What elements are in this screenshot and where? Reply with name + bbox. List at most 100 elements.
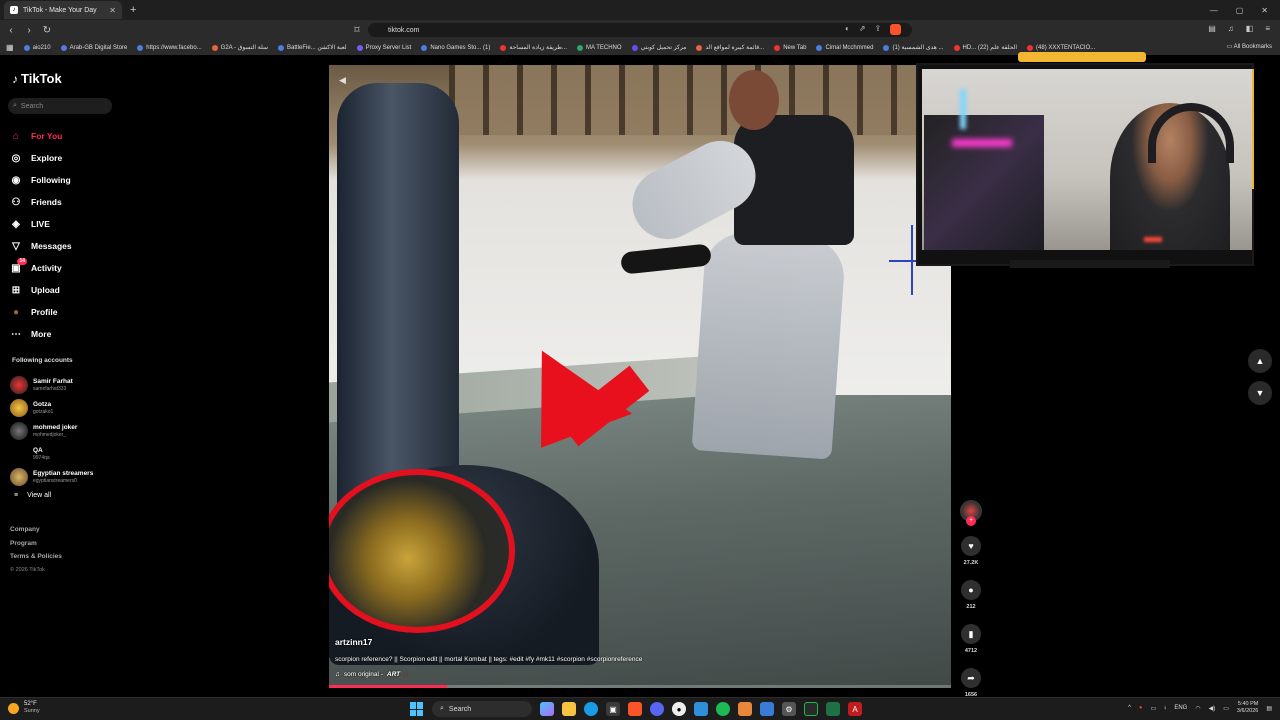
battery-icon[interactable]: ▭: [1223, 705, 1229, 712]
menu-item-messages[interactable]: ▽ Messages: [10, 235, 72, 257]
github-icon[interactable]: ●: [672, 702, 686, 716]
acrobat-icon[interactable]: A: [848, 702, 862, 716]
account-item[interactable]: Egyptian streamers egyptianstreamers0: [10, 465, 93, 488]
search-input[interactable]: ⌕ Search: [8, 98, 112, 114]
open-external-icon[interactable]: ⇗: [859, 24, 866, 35]
account-item[interactable]: mohmed joker mohmedjoker_: [10, 419, 93, 442]
wallet-icon[interactable]: ▤: [1208, 24, 1216, 33]
account-item[interactable]: Samir Farhat samirfarhat333: [10, 373, 93, 396]
footer-link-terms[interactable]: Terms & Policies: [10, 550, 62, 564]
footer-link-program[interactable]: Program: [10, 537, 62, 551]
previous-video-button[interactable]: ▲: [1248, 349, 1272, 373]
file-explorer-icon[interactable]: [562, 702, 576, 716]
bookmark-item[interactable]: BattleFie... لعبة الاكشن: [277, 44, 347, 51]
new-tab-button[interactable]: +: [130, 4, 136, 16]
bookmark-item[interactable]: G2A - سلة التسوق: [211, 44, 268, 51]
store-icon[interactable]: ▣: [606, 702, 620, 716]
tab-close-icon[interactable]: ✕: [109, 6, 116, 15]
view-all-button[interactable]: ≡ View all: [10, 492, 93, 499]
language-indicator[interactable]: ENG: [1174, 705, 1187, 711]
editor-icon[interactable]: [760, 702, 774, 716]
tray-mic-icon[interactable]: ♮: [1164, 705, 1166, 712]
tray-network-icon[interactable]: ▭: [1151, 705, 1157, 712]
menu-item-activity[interactable]: ▣ 14 Activity: [10, 257, 72, 279]
menu-item-friends[interactable]: ⚇ Friends: [10, 191, 72, 213]
windows-start-icon[interactable]: [410, 702, 424, 716]
terminal-icon[interactable]: [804, 702, 818, 716]
menu-item-upload[interactable]: ⊞ Upload: [10, 279, 72, 301]
maximize-icon[interactable]: ▢: [1236, 6, 1244, 15]
browser-tab[interactable]: ♪ TikTok - Make Your Day ✕: [4, 1, 122, 19]
account-item[interactable]: Gotza gotzako1: [10, 396, 93, 419]
menu-item-more[interactable]: ⋯ More: [10, 323, 72, 345]
media-icon[interactable]: ♫: [1228, 24, 1234, 33]
bookmark-page-icon[interactable]: ⌑: [352, 25, 362, 36]
video-player[interactable]: ◀ artzinn17 scorpion reference? || Scorp…: [329, 65, 951, 688]
next-video-button[interactable]: ▼: [1248, 381, 1272, 405]
bookmark-item[interactable]: قائمة كبيرة لمواقع الد...: [696, 44, 764, 51]
bookmark-item[interactable]: Nano Games Sto... (1): [421, 44, 490, 51]
bookmark-item[interactable]: New Tab: [774, 44, 806, 51]
save-action[interactable]: ▮ 4712: [958, 624, 984, 654]
bookmark-item[interactable]: https://www.facebo...: [137, 44, 202, 51]
tray-overflow-icon[interactable]: ^: [1128, 705, 1131, 711]
minimize-icon[interactable]: —: [1210, 6, 1218, 15]
close-window-icon[interactable]: ✕: [1261, 6, 1268, 15]
excel-icon[interactable]: [826, 702, 840, 716]
clock[interactable]: 5:40 PM 3/6/2026: [1237, 701, 1258, 715]
menu-icon[interactable]: ≡: [1265, 24, 1270, 33]
settings-icon[interactable]: ⚙: [782, 702, 796, 716]
share-icon[interactable]: ⇪: [875, 24, 882, 35]
forward-icon[interactable]: ›: [24, 25, 34, 36]
taskbar-search[interactable]: ⌕ Search: [432, 701, 532, 717]
copilot-icon[interactable]: [540, 702, 554, 716]
edge-icon[interactable]: [584, 702, 598, 716]
sidebar-toggle-icon[interactable]: ◧: [1246, 24, 1254, 33]
back-icon[interactable]: ‹: [6, 25, 16, 36]
bookmark-item[interactable]: Arab-GB Digital Store: [60, 44, 127, 51]
bookmark-item[interactable]: HD... الحلقة علم (22): [953, 44, 1017, 51]
notes-icon[interactable]: [694, 702, 708, 716]
bookmark-item[interactable]: مركز تحميل كوبتي: [631, 44, 686, 51]
notifications-icon[interactable]: ▤: [1266, 705, 1272, 712]
spotify-icon[interactable]: [716, 702, 730, 716]
menu-item-profile[interactable]: ● Profile: [10, 301, 72, 323]
menu-item-explore[interactable]: ◎ Explore: [10, 147, 72, 169]
account-item[interactable]: QA 9974qa: [10, 442, 93, 465]
menu-item-for-you[interactable]: ⌂ For You: [10, 125, 72, 147]
url-field[interactable]: tiktok.com: [368, 23, 912, 37]
bookmark-item[interactable]: (48) XXXTENTACIO...: [1027, 44, 1095, 51]
bookmark-item[interactable]: طريقة زيادة المساحة...: [500, 44, 567, 51]
bookmark-item[interactable]: aio210: [23, 44, 51, 51]
url-actions: ◐ ⇗ ⇪: [845, 24, 902, 35]
menu-item-following[interactable]: ◉ Following: [10, 169, 72, 191]
apps-grid-icon[interactable]: ▦: [6, 43, 14, 52]
brave-icon[interactable]: [628, 702, 642, 716]
bookmark-item[interactable]: Cimal Mcchmmed: [816, 44, 873, 51]
weather-widget[interactable]: 52°F Sunny: [8, 701, 40, 715]
comment-action[interactable]: ● 212: [958, 580, 984, 610]
menu-item-live[interactable]: ◈ LIVE: [10, 213, 72, 235]
video-progress-bar[interactable]: [329, 685, 951, 688]
tiktok-logo[interactable]: ♪ TikTok: [12, 71, 62, 86]
footer-link-company[interactable]: Company: [10, 523, 62, 537]
tray-app-icon[interactable]: ●: [1139, 705, 1143, 711]
follow-plus-icon[interactable]: +: [966, 516, 976, 526]
video-music[interactable]: ♫ som original - ART ♪: [335, 671, 407, 678]
creator-avatar[interactable]: +: [960, 500, 982, 526]
bookmark-item[interactable]: (1) هدى الشمسية ...: [883, 44, 944, 51]
cloud-icon[interactable]: [738, 702, 752, 716]
all-bookmarks-button[interactable]: ▭ All Bookmarks: [1220, 43, 1272, 50]
brave-shields-icon[interactable]: [890, 24, 902, 35]
video-author[interactable]: artzinn17: [335, 637, 372, 647]
reader-icon[interactable]: ◐: [845, 24, 850, 35]
volume-tray-icon[interactable]: ◀): [1209, 705, 1216, 712]
volume-icon[interactable]: ◀: [339, 75, 346, 86]
share-action[interactable]: ➦ 1656: [958, 668, 984, 698]
discord-icon[interactable]: [650, 702, 664, 716]
like-action[interactable]: ♥ 27.2K: [958, 536, 984, 566]
bookmark-item[interactable]: MA TECHNO: [577, 44, 622, 51]
bookmark-item[interactable]: Proxy Server List: [356, 44, 411, 51]
wifi-icon[interactable]: ◠: [1195, 705, 1200, 712]
reload-icon[interactable]: ↻: [42, 25, 52, 36]
